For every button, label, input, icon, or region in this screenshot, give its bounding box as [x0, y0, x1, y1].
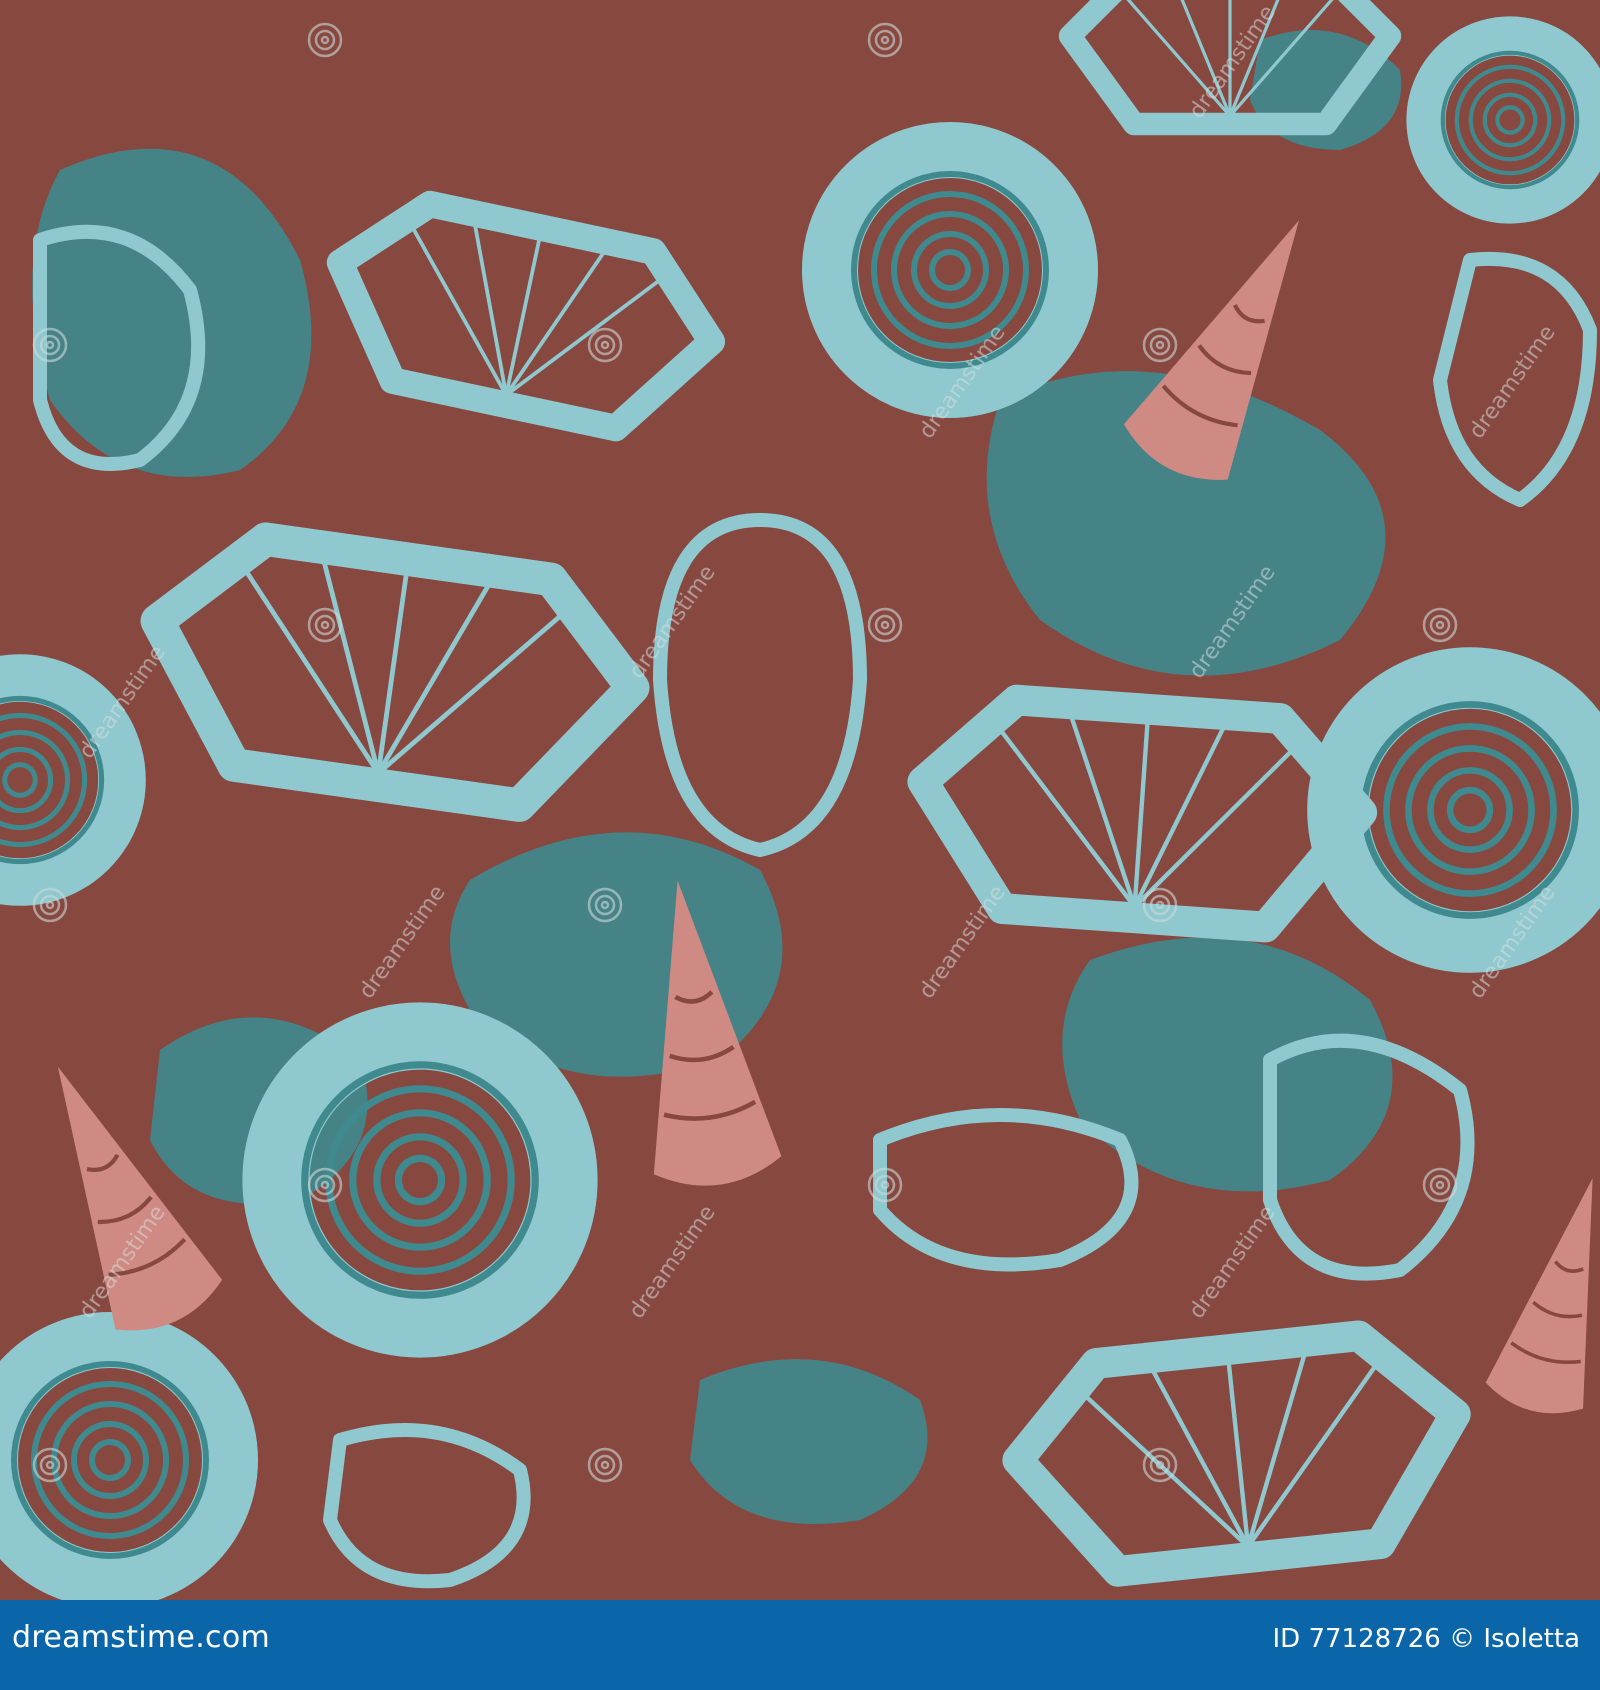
image-credit: ID 77128726 © Isoletta [1272, 1624, 1580, 1654]
site-name[interactable]: dreamstime.com [12, 1620, 270, 1655]
stock-image: dreamstime dreamstime dreamstime dreamst… [0, 0, 1600, 1690]
seashell-pattern-artwork: dreamstime dreamstime dreamstime dreamst… [0, 0, 1600, 1600]
footer-bar: dreamstime.com ID 77128726 © Isoletta [0, 1600, 1600, 1690]
